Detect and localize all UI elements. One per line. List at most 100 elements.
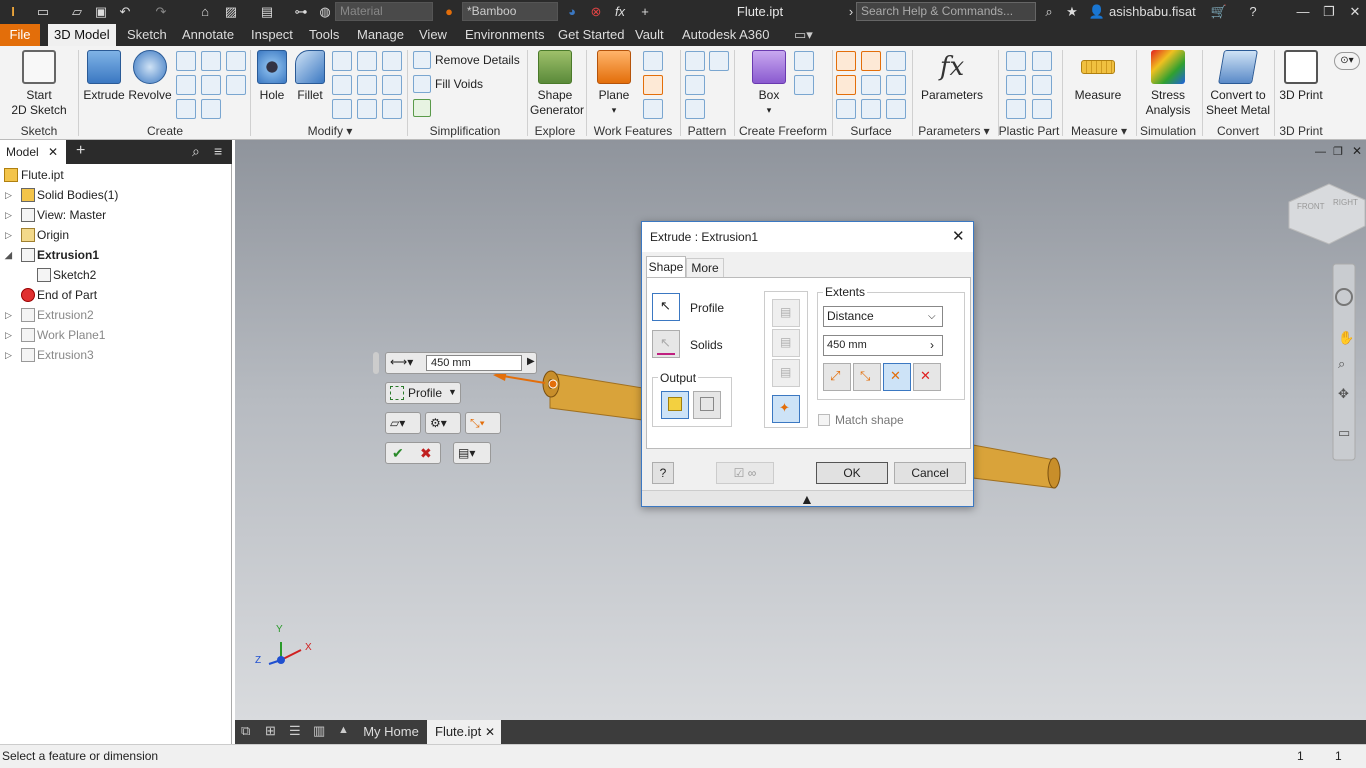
expand-icon[interactable]: ▷ <box>5 205 12 225</box>
dialog-toggle-mini[interactable]: ▤▾ <box>453 442 491 464</box>
box-dropdown-icon[interactable]: ▾ <box>748 103 790 118</box>
patch-icon[interactable] <box>861 51 881 71</box>
preview-toggle[interactable]: ☑ ∞ <box>716 462 774 484</box>
face-icon[interactable] <box>794 51 814 71</box>
tab-environments[interactable]: Environments <box>459 24 550 46</box>
decal-icon[interactable] <box>201 99 221 119</box>
axis-icon[interactable] <box>643 51 663 71</box>
tab-annotate[interactable]: Annotate <box>176 24 240 46</box>
split-icon[interactable] <box>382 51 402 71</box>
rest-icon[interactable] <box>1006 75 1026 95</box>
distance-mini-input[interactable]: 450 mm <box>426 355 522 371</box>
sculpt-icon[interactable] <box>886 51 906 71</box>
distance-arrow-icon[interactable]: ▶ <box>527 356 535 367</box>
tab-autodesk-a360[interactable]: Autodesk A360 <box>676 24 775 46</box>
profile-mini-button[interactable]: Profile ▼ <box>385 382 461 404</box>
tab-more[interactable]: More <box>686 258 724 278</box>
parameters-button[interactable]: fx Parameters <box>918 50 986 103</box>
3d-print-button[interactable]: 3D Print <box>1276 50 1326 103</box>
viewport-close-icon[interactable]: ✕ <box>1352 144 1362 158</box>
thicken-icon[interactable] <box>357 99 377 119</box>
tab-file[interactable]: File <box>0 24 40 46</box>
shape-generator-button[interactable]: Shape Generator <box>530 50 584 118</box>
direction-symmetric-button[interactable]: ✕ <box>883 363 911 391</box>
plane-button[interactable]: Plane ▾ <box>592 50 636 118</box>
mirror-icon[interactable] <box>709 51 729 71</box>
color-wheel-icon[interactable]: ◍ <box>316 3 334 21</box>
viewport-restore-icon[interactable]: ❐ <box>1333 145 1343 158</box>
lip-icon[interactable] <box>1032 99 1052 119</box>
tab-view[interactable]: View <box>413 24 453 46</box>
box-button[interactable]: Box ▾ <box>748 50 790 118</box>
revolve-button[interactable]: Revolve <box>127 50 173 103</box>
binoculars-icon[interactable]: ⌕ <box>1040 3 1058 21</box>
fill-voids-button[interactable]: Fill Voids <box>435 77 483 91</box>
tab-flute-ipt[interactable]: Flute.ipt ✕ <box>427 720 501 744</box>
home-icon[interactable]: ⌂ <box>196 3 214 21</box>
expand-icon[interactable]: ▷ <box>5 325 12 345</box>
fit-mesh-icon[interactable] <box>886 99 906 119</box>
distance-flyout-icon[interactable]: › <box>930 336 934 355</box>
tab-sketch[interactable]: Sketch <box>121 24 173 46</box>
stitch-icon[interactable] <box>836 51 856 71</box>
direct-icon[interactable] <box>382 75 402 95</box>
ok-check-icon[interactable]: ✔ <box>392 445 404 462</box>
plane-dropdown-icon[interactable]: ▾ <box>592 103 636 118</box>
shell-icon[interactable] <box>332 75 352 95</box>
ribbon-more-icon[interactable]: ⊙▾ <box>1334 52 1360 70</box>
redo-icon[interactable]: ↷ <box>152 3 170 21</box>
direction-mini-button[interactable]: ⤡▾ <box>465 412 501 434</box>
dialog-expander[interactable]: ▲ <box>642 490 973 507</box>
viewcube-front-label[interactable]: FRONT <box>1297 202 1325 211</box>
menu-icon[interactable]: ≡ <box>214 143 222 159</box>
convert-freeform-icon[interactable] <box>794 75 814 95</box>
distance-input[interactable]: 450 mm › <box>823 335 943 356</box>
cancel-x-icon[interactable]: ✖ <box>420 445 432 462</box>
tab-get-started[interactable]: Get Started <box>552 24 630 46</box>
direction-default-button[interactable]: ⤢ <box>823 363 851 391</box>
tile-icon[interactable]: ⊞ <box>265 723 276 739</box>
minimize-icon[interactable]: — <box>1294 3 1312 21</box>
search-input[interactable]: Search Help & Commands... <box>856 2 1036 21</box>
dropdown-icon[interactable]: ▼ <box>448 387 457 397</box>
help-icon[interactable]: ? <box>1244 3 1262 21</box>
chamfer-icon[interactable] <box>332 51 352 71</box>
cart-icon[interactable]: 🛒 <box>1210 3 1228 21</box>
stress-analysis-button[interactable]: Stress Analysis <box>1140 50 1196 118</box>
snap-fit-icon[interactable] <box>1032 75 1052 95</box>
add-browser-icon[interactable]: + <box>76 142 85 160</box>
adjust-appearance-icon[interactable]: ◕ <box>563 3 581 21</box>
emboss-icon[interactable] <box>226 51 246 71</box>
zoom-icon[interactable]: ⌕ <box>1338 356 1345 372</box>
search-icon[interactable]: ⌕ <box>192 143 200 160</box>
open-folder-icon[interactable]: ▱ <box>68 3 86 21</box>
remove-details-button[interactable]: Remove Details <box>435 53 520 67</box>
ucs-icon[interactable] <box>643 99 663 119</box>
expand-icon[interactable]: ▷ <box>5 305 12 325</box>
boss-icon[interactable] <box>1032 51 1052 71</box>
combine-icon[interactable] <box>357 75 377 95</box>
tab-shape[interactable]: Shape <box>646 256 686 278</box>
output-solid-button[interactable] <box>661 391 689 419</box>
expand-icon[interactable]: ▷ <box>5 185 12 205</box>
collapse-icon[interactable]: ◢ <box>5 245 12 265</box>
restore-icon[interactable]: ❐ <box>1320 3 1338 21</box>
derive-icon[interactable] <box>201 75 221 95</box>
tab-tools[interactable]: Tools <box>303 24 345 46</box>
update-icon[interactable]: ▤ <box>258 3 276 21</box>
close-doc-icon[interactable]: ✕ <box>485 720 495 744</box>
appearance-icon[interactable]: ● <box>440 3 458 21</box>
rectangular-pattern-icon[interactable] <box>685 51 705 71</box>
coil-icon[interactable] <box>176 99 196 119</box>
app-logo-icon[interactable]: I <box>4 3 22 21</box>
dialog-close-icon[interactable]: ✕ <box>952 227 965 245</box>
expand-icon[interactable]: ▷ <box>5 345 12 365</box>
measure-button[interactable]: Measure <box>1070 50 1126 103</box>
output-surface-button[interactable] <box>693 391 721 419</box>
tab-3d-model[interactable]: 3D Model <box>48 24 116 46</box>
intersect-button[interactable]: ▤ <box>772 359 800 387</box>
ruled-surface-icon[interactable] <box>836 75 856 95</box>
tab-inspect[interactable]: Inspect <box>245 24 299 46</box>
fillet-button[interactable]: Fillet <box>292 50 328 103</box>
extend-icon[interactable] <box>886 75 906 95</box>
